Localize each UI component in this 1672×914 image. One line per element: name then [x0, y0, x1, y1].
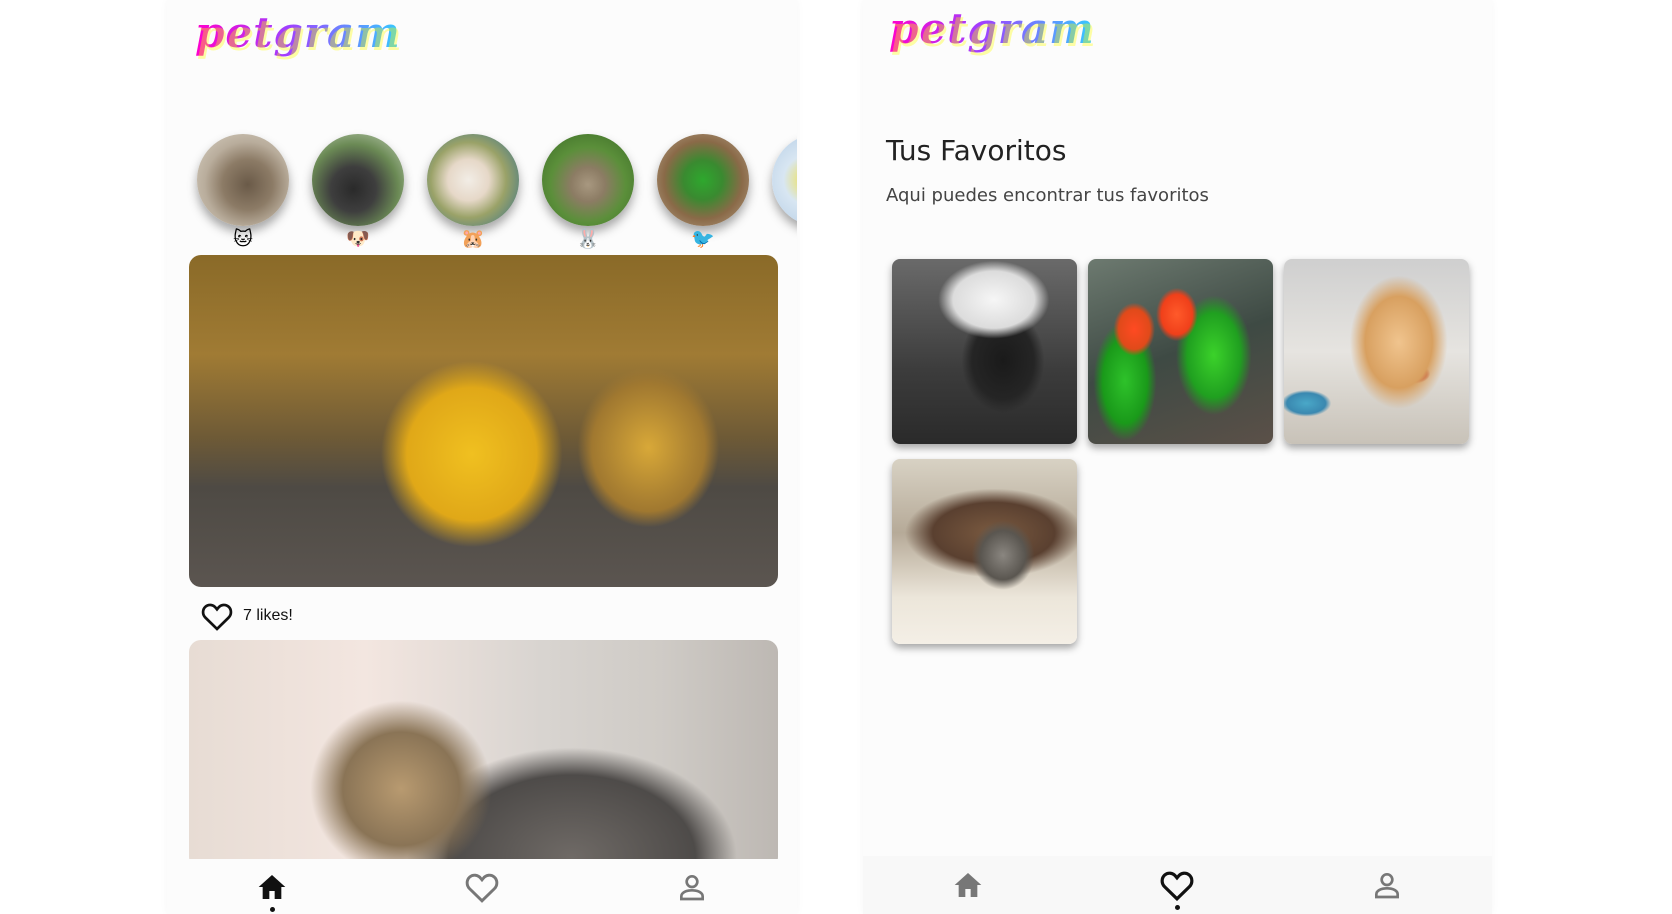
category-avatar	[197, 134, 289, 226]
bottom-navbar	[863, 856, 1492, 914]
app-logo[interactable]: petgram	[889, 4, 1095, 53]
app-logo[interactable]: petgram	[195, 8, 401, 57]
favorite-item[interactable]	[892, 459, 1077, 644]
category-list: 🐱 🐶 🐹 🐰 🐦	[197, 134, 797, 256]
category-hamster[interactable]: 🐹	[427, 134, 519, 256]
category-avatar	[427, 134, 519, 226]
nav-home[interactable]	[938, 860, 998, 910]
nav-favorites[interactable]	[452, 862, 512, 912]
nav-favorites[interactable]	[1147, 860, 1207, 910]
category-avatar	[542, 134, 634, 226]
favorites-screen: petgram Tus Favoritos Aqui puedes encont…	[863, 0, 1492, 914]
page-title: Tus Favoritos	[886, 134, 1067, 167]
user-icon	[680, 874, 704, 900]
heart-icon	[1161, 871, 1194, 901]
category-avatar	[772, 134, 797, 226]
nav-user[interactable]	[662, 862, 722, 912]
category-more[interactable]	[772, 134, 797, 256]
like-button[interactable]	[199, 600, 235, 632]
post-photo-dogs[interactable]	[189, 255, 778, 587]
category-emoji: 🐰	[576, 228, 600, 250]
favorite-item[interactable]	[1284, 259, 1469, 444]
category-emoji: 🐦	[691, 228, 715, 250]
category-emoji: 🐶	[346, 228, 370, 250]
category-cat[interactable]: 🐱	[197, 134, 289, 256]
category-rabbit[interactable]: 🐰	[542, 134, 634, 256]
category-dog[interactable]: 🐶	[312, 134, 404, 256]
user-icon	[1375, 873, 1400, 899]
category-bird[interactable]: 🐦	[657, 134, 749, 256]
likes-count: 7 likes!	[243, 607, 293, 624]
nav-home[interactable]	[242, 862, 302, 912]
favorite-item[interactable]	[892, 259, 1077, 444]
home-icon	[258, 874, 286, 899]
category-emoji: 🐹	[461, 228, 485, 250]
active-indicator	[269, 906, 275, 912]
category-emoji: 🐱	[233, 228, 253, 250]
bottom-navbar	[167, 859, 797, 914]
home-icon	[954, 873, 982, 897]
heart-outline-icon	[201, 603, 233, 631]
category-avatar	[312, 134, 404, 226]
nav-user[interactable]	[1357, 860, 1417, 910]
page-subtitle: Aqui puedes encontrar tus favoritos	[886, 185, 1209, 206]
category-avatar	[657, 134, 749, 226]
active-indicator	[1174, 905, 1180, 910]
home-screen: petgram 🐱 🐶 🐹 🐰 🐦 7 likes!	[167, 0, 797, 914]
heart-icon	[465, 873, 499, 903]
post-likes: 7 likes!	[199, 600, 293, 632]
post-photo-cat[interactable]	[189, 640, 778, 869]
favorite-item[interactable]	[1088, 259, 1273, 444]
